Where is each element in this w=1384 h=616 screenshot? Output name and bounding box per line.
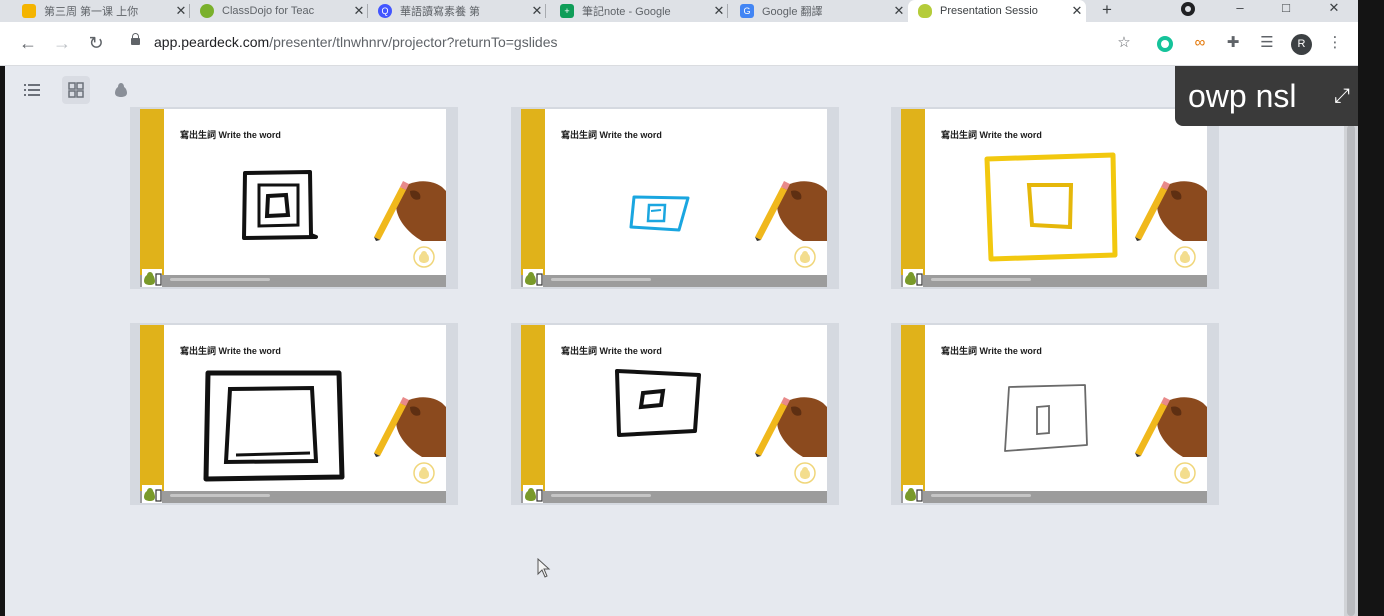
reload-icon[interactable]: ↻ [86, 32, 106, 54]
grid-view-button[interactable] [62, 76, 90, 104]
close-icon[interactable]: ✕ [172, 3, 190, 19]
grammarly-icon[interactable] [1157, 36, 1173, 52]
hand-pencil-illustration [374, 397, 446, 457]
slide-thumbnail-4[interactable]: 寫出生詞 Write the word [130, 323, 458, 505]
slide-title: 寫出生詞 Write the word [941, 346, 1042, 356]
tab-slides[interactable]: 第三周 第一课 上你 ✕ [12, 0, 190, 22]
peardeck-watermark-icon [1174, 246, 1196, 268]
new-tab-button[interactable]: + [1098, 0, 1116, 22]
avatar[interactable]: R [1291, 34, 1312, 55]
student-drawing [242, 170, 318, 240]
minimize-icon[interactable]: – [1230, 0, 1250, 22]
peardeck-watermark-icon [413, 246, 435, 268]
student-drawing [629, 195, 690, 232]
accent-stripe [140, 109, 164, 275]
slide-title: 寫出生詞 Write the word [180, 346, 281, 356]
forward-icon[interactable]: → [52, 32, 72, 54]
slide-title: 寫出生詞 Write the word [561, 130, 662, 140]
session-code-overlay[interactable]: owp nsl ⤢ [1175, 66, 1358, 126]
tab-title: 筆記note - Google [582, 6, 671, 18]
slide-title: 寫出生詞 Write the word [561, 346, 662, 356]
student-drawing [1004, 384, 1088, 452]
mouse-cursor-icon [537, 558, 551, 578]
peardeck-watermark-icon [794, 246, 816, 268]
list-icon [24, 84, 40, 96]
accent-stripe [901, 109, 925, 275]
grid-icon [68, 82, 84, 98]
hand-pencil-illustration [755, 181, 827, 241]
quizlet-icon: Q [378, 4, 392, 18]
slide-thumbnail-5[interactable]: 寫出生詞 Write the word [511, 323, 839, 505]
slide-title: 寫出生詞 Write the word [941, 130, 1042, 140]
tab-strip: 第三周 第一课 上你 ✕ ClassDojo for Teac ✕ Q 華語讀寫… [0, 0, 1358, 22]
tab-classdojo[interactable]: ClassDojo for Teac ✕ [190, 0, 368, 22]
tab-peardeck[interactable]: Presentation Sessio ✕ [908, 0, 1086, 22]
lock-icon[interactable] [131, 33, 140, 45]
link-extension-icon[interactable]: ∞ [1191, 34, 1209, 52]
menu-kebab-icon[interactable]: ⋮ [1326, 34, 1344, 52]
tab-title: Presentation Sessio [940, 5, 1038, 17]
session-code-text: owp nsl [1188, 78, 1297, 114]
tab-title: ClassDojo for Teac [222, 5, 315, 17]
classdojo-icon [200, 4, 214, 18]
presenter-view: 寫出生詞 Write the word 寫出生詞 Write the word … [5, 66, 1344, 616]
address-bar[interactable]: app.peardeck.com/presenter/tlnwhnrv/proj… [154, 34, 558, 50]
tab-translate[interactable]: G Google 翻譯 ✕ [730, 0, 908, 22]
close-icon[interactable]: ✕ [350, 3, 368, 19]
list-view-button[interactable] [18, 76, 46, 104]
hand-pencil-illustration [1135, 181, 1207, 241]
tab-title: 華語讀寫素養 第 [400, 6, 481, 18]
tab-search-icon[interactable] [1181, 2, 1195, 16]
accent-stripe [521, 325, 545, 491]
slide-thumbnail-3[interactable]: 寫出生詞 Write the word [891, 107, 1219, 289]
close-window-icon[interactable]: ✕ [1324, 0, 1344, 22]
hand-pencil-illustration [1135, 397, 1207, 457]
slide-title: 寫出生詞 Write the word [180, 130, 281, 140]
tab-title: Google 翻譯 [762, 6, 823, 18]
url-path: /presenter/tlnwhnrv/projector?returnTo=g… [269, 34, 558, 50]
accent-stripe [521, 109, 545, 275]
bookmark-star-icon[interactable]: ☆ [1115, 34, 1133, 52]
peardeck-watermark-icon [413, 462, 435, 484]
peardeck-logo-icon [142, 269, 162, 287]
slide-thumbnail-2[interactable]: 寫出生詞 Write the word [511, 107, 839, 289]
hand-pencil-illustration [374, 181, 446, 241]
peardeck-logo-icon [523, 269, 543, 287]
expand-icon[interactable]: ⤢ [1334, 66, 1350, 126]
back-icon[interactable]: ← [18, 32, 38, 54]
tab-quizlet[interactable]: Q 華語讀寫素養 第 ✕ [368, 0, 546, 22]
peardeck-logo-icon [903, 269, 923, 287]
close-icon[interactable]: ✕ [710, 3, 728, 19]
accent-stripe [140, 325, 164, 491]
translate-icon: G [740, 4, 754, 18]
peardeck-logo-icon [903, 485, 923, 503]
sheets-icon: + [560, 4, 574, 18]
extensions-puzzle-icon[interactable]: ✚ [1224, 34, 1242, 52]
url-domain: app.peardeck.com [154, 34, 270, 50]
tab-sheets[interactable]: + 筆記note - Google ✕ [550, 0, 728, 22]
pear-view-button[interactable] [107, 76, 135, 104]
peardeck-watermark-icon [794, 462, 816, 484]
slide-thumbnail-6[interactable]: 寫出生詞 Write the word [891, 323, 1219, 505]
slide-thumbnail-1[interactable]: 寫出生詞 Write the word [130, 107, 458, 289]
slides-icon [22, 4, 36, 18]
tab-title: 第三周 第一课 上你 [44, 6, 139, 18]
peardeck-watermark-icon [1174, 462, 1196, 484]
close-icon[interactable]: ✕ [1068, 3, 1086, 19]
hand-pencil-illustration [755, 397, 827, 457]
student-drawing [203, 370, 345, 482]
accent-stripe [901, 325, 925, 491]
pear-icon [115, 83, 127, 97]
peardeck-icon [918, 4, 932, 18]
close-icon[interactable]: ✕ [890, 3, 908, 19]
maximize-icon[interactable]: □ [1276, 0, 1296, 22]
student-drawing [984, 152, 1118, 262]
student-drawing [615, 369, 701, 437]
scrollbar-thumb[interactable] [1347, 125, 1355, 616]
peardeck-logo-icon [142, 485, 162, 503]
browser-toolbar: ← → ↻ app.peardeck.com/presenter/tlnwhnr… [0, 22, 1358, 66]
reading-list-icon[interactable]: ☰ [1258, 34, 1276, 52]
close-icon[interactable]: ✕ [528, 3, 546, 19]
peardeck-logo-icon [523, 485, 543, 503]
